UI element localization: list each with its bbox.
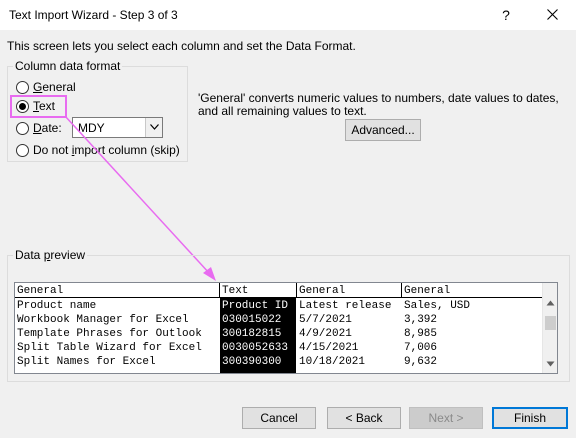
next-button[interactable]: Next >: [409, 407, 483, 429]
preview-title: Data preview: [13, 248, 88, 262]
vertical-scrollbar[interactable]: [542, 283, 557, 373]
cancel-label: Cancel: [260, 411, 298, 425]
finish-button[interactable]: Finish: [492, 407, 568, 429]
table-cell: 4/9/2021: [299, 328, 352, 340]
table-cell: 5/7/2021: [299, 314, 352, 326]
column-header[interactable]: Text: [220, 284, 248, 298]
column-header[interactable]: General: [15, 284, 63, 298]
table-cell: Workbook Manager for Excel: [17, 314, 189, 326]
cancel-button[interactable]: Cancel: [242, 407, 316, 429]
table-row: Workbook Manager for Excel 030015022 5/7…: [15, 313, 543, 327]
scroll-thumb[interactable]: [545, 316, 556, 330]
table-cell: Product name: [17, 300, 97, 312]
table-cell: Sales, USD: [404, 300, 471, 312]
scroll-up-icon[interactable]: [546, 300, 555, 306]
next-label: Next >: [428, 411, 464, 425]
column-header[interactable]: General: [402, 284, 450, 298]
table-cell: 3,392: [404, 314, 438, 326]
table-cell: 10/18/2021: [299, 356, 366, 368]
back-label: < Back: [345, 411, 383, 425]
preview-header-row: General Text General General: [15, 283, 543, 298]
table-cell: Split Names for Excel: [17, 356, 156, 368]
table-row: Split Names for Excel 300390300 10/18/20…: [15, 355, 543, 369]
scroll-down-icon[interactable]: [546, 361, 555, 367]
back-button[interactable]: < Back: [327, 407, 401, 429]
column-header[interactable]: General: [297, 284, 345, 298]
table-cell: 300390300: [222, 356, 282, 368]
table-cell: Template Phrases for Outlook: [17, 328, 202, 340]
preview-table[interactable]: General Text General General Product nam…: [14, 282, 558, 374]
table-cell: Product ID: [222, 300, 289, 312]
table-cell: 300182815: [222, 328, 282, 340]
table-row: Product name Product ID Latest release S…: [15, 299, 543, 313]
table-cell: Split Table Wizard for Excel: [17, 342, 202, 354]
table-cell: 8,985: [404, 328, 438, 340]
table-cell: 9,632: [404, 356, 438, 368]
table-row: Split Table Wizard for Excel 0030052633 …: [15, 341, 543, 355]
table-cell: 7,006: [404, 342, 438, 354]
finish-label: Finish: [513, 411, 546, 425]
table-cell: Latest release: [299, 300, 392, 312]
table-cell: 4/15/2021: [299, 342, 359, 354]
table-row: Template Phrases for Outlook 300182815 4…: [15, 327, 543, 341]
table-cell: 0030052633: [222, 342, 289, 354]
table-cell: 030015022: [222, 314, 282, 326]
